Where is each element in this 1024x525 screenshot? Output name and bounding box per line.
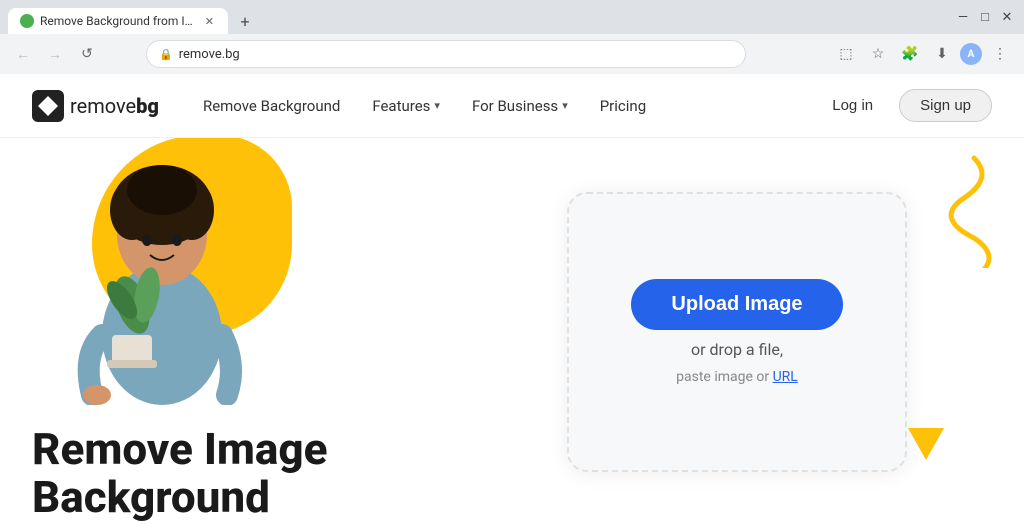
upload-image-button[interactable]: Upload Image — [631, 279, 842, 330]
nav-for-business[interactable]: For Business ▾ — [460, 91, 580, 121]
nav-pricing[interactable]: Pricing — [588, 91, 658, 121]
upload-url-link[interactable]: URL — [773, 369, 798, 385]
triangle-decoration — [908, 428, 944, 464]
cast-icon[interactable]: ⬚ — [832, 40, 860, 68]
for-business-chevron-icon: ▾ — [562, 99, 568, 112]
upload-or-text: or drop a file, — [691, 340, 783, 359]
lock-icon: 🔒 — [159, 48, 173, 61]
close-button[interactable]: ✕ — [998, 8, 1016, 26]
bookmark-icon[interactable]: ☆ — [864, 40, 892, 68]
address-text: remove.bg — [179, 47, 240, 62]
extensions-icon[interactable]: 🧩 — [896, 40, 924, 68]
login-button[interactable]: Log in — [818, 91, 887, 120]
minimize-button[interactable]: — — [954, 8, 972, 26]
new-tab-button[interactable]: + — [232, 8, 258, 34]
browser-tabs: Remove Background from Ima... ✕ + — [8, 0, 258, 34]
squiggle-decoration — [924, 148, 994, 272]
logo-text: removebg — [70, 94, 159, 118]
forward-button[interactable]: → — [42, 41, 68, 67]
tab-title: Remove Background from Ima... — [40, 14, 197, 28]
hero-section: Remove Image Background 100% Automatical… — [0, 138, 1024, 525]
menu-icon[interactable]: ⋮ — [986, 40, 1014, 68]
upload-drop-hint: paste image or URL — [676, 369, 798, 385]
browser-frame: Remove Background from Ima... ✕ + — □ ✕ … — [0, 0, 1024, 525]
upload-inner: Upload Image or drop a file, paste image… — [631, 279, 842, 385]
site-nav: removebg Remove Background Features ▾ Fo… — [0, 74, 1024, 138]
refresh-button[interactable]: ↺ — [74, 41, 100, 67]
hero-image-wrapper — [32, 138, 332, 405]
hero-left: Remove Image Background 100% Automatical… — [32, 138, 482, 525]
logo-icon — [32, 90, 64, 122]
tab-favicon — [20, 14, 34, 28]
tab-close-icon[interactable]: ✕ — [203, 13, 216, 30]
maximize-button[interactable]: □ — [976, 8, 994, 26]
profile-avatar[interactable]: A — [960, 43, 982, 65]
browser-titlebar: Remove Background from Ima... ✕ + — □ ✕ — [0, 0, 1024, 34]
nav-features[interactable]: Features ▾ — [360, 91, 452, 121]
window-controls: — □ ✕ — [954, 8, 1016, 26]
download-icon[interactable]: ⬇ — [928, 40, 956, 68]
hero-text: Remove Image Background 100% Automatical… — [32, 425, 482, 525]
features-chevron-icon: ▾ — [434, 99, 440, 112]
active-tab[interactable]: Remove Background from Ima... ✕ — [8, 8, 228, 34]
hero-person-image — [62, 138, 262, 405]
nav-remove-bg[interactable]: Remove Background — [191, 91, 352, 121]
logo[interactable]: removebg — [32, 90, 159, 122]
toolbar-right: ⬚ ☆ 🧩 ⬇ A ⋮ — [832, 40, 1014, 68]
address-bar[interactable]: 🔒 remove.bg — [146, 40, 746, 68]
nav-links: Remove Background Features ▾ For Busines… — [191, 91, 658, 121]
nav-right: Log in Sign up — [818, 89, 992, 122]
upload-card[interactable]: Upload Image or drop a file, paste image… — [567, 192, 907, 472]
site-content: removebg Remove Background Features ▾ Fo… — [0, 74, 1024, 525]
signup-button[interactable]: Sign up — [899, 89, 992, 122]
hero-title: Remove Image Background — [32, 425, 482, 522]
browser-toolbar: ← → ↺ 🔒 remove.bg ⬚ ☆ 🧩 ⬇ A ⋮ — [0, 34, 1024, 74]
back-button[interactable]: ← — [10, 41, 36, 67]
